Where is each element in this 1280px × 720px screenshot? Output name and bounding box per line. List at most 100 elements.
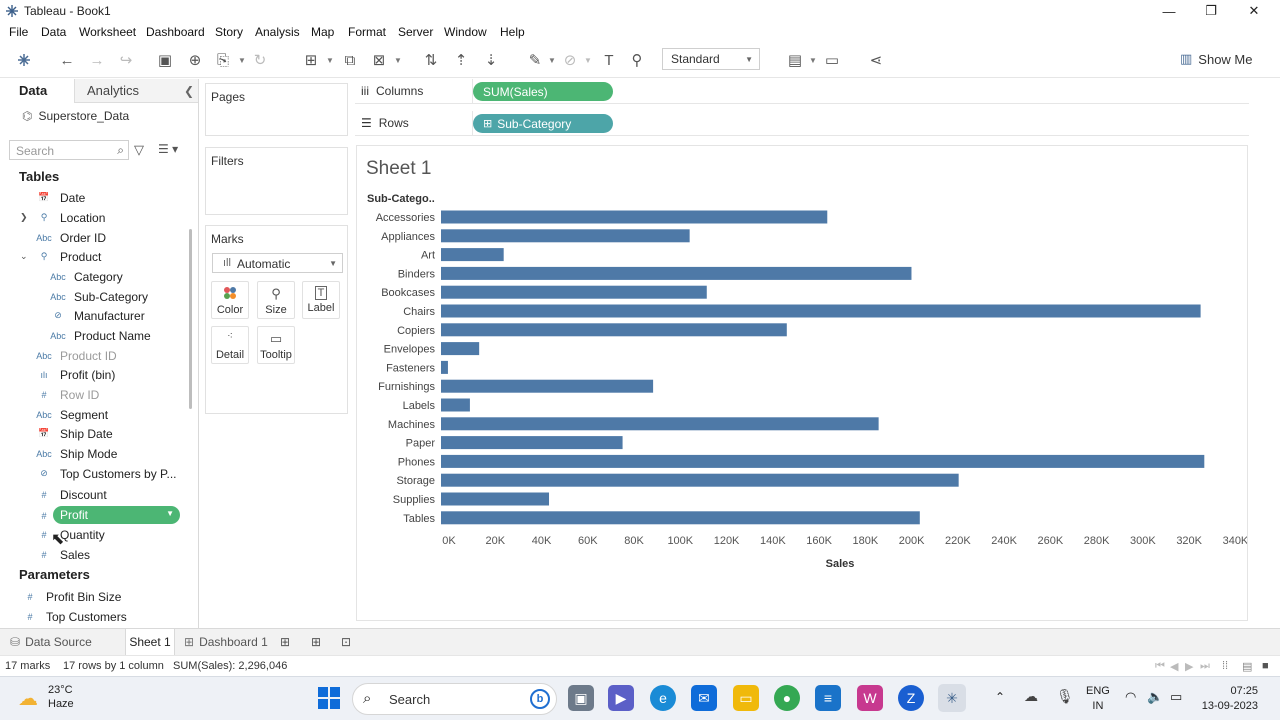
fix-axes-icon[interactable]: ⚲ [626,50,648,70]
sort-descending-icon[interactable]: ⇣ [480,50,502,70]
bar-mark[interactable] [441,398,470,412]
tooltip-button[interactable]: ▭ Tooltip [257,326,295,364]
menu-analysis[interactable]: Analysis [255,25,300,39]
rows-shelf[interactable]: ☰ Rows ⊞ Sub-Category [355,111,1249,136]
replay-icon[interactable]: ↪ [115,50,137,70]
tab-data[interactable]: Data [19,83,47,98]
bar-mark[interactable] [441,323,787,337]
task-view-icon[interactable]: ▣ [568,685,594,711]
menu-window[interactable]: Window [444,25,487,39]
new-datasource-icon[interactable]: ⊕ [184,50,206,70]
bar-mark[interactable] [441,511,920,525]
notepad-icon[interactable]: ≡ [815,685,841,711]
new-dashboard-tab-icon[interactable]: ⊞ [311,635,321,649]
restore-button[interactable]: ❐ [1190,0,1232,22]
field-product[interactable]: ⌄ ⚲ Product [20,247,101,266]
mark-type-select[interactable]: ıll Automatic ▼ [212,253,343,273]
bar-mark[interactable] [441,436,623,450]
param-top-customers[interactable]: # Top Customers [20,607,126,626]
bar-mark[interactable] [441,210,828,224]
zoom-icon[interactable]: Z [898,685,924,711]
data-pane-scrollbar[interactable] [189,229,192,409]
filter-icon[interactable]: ▽ [134,142,144,158]
chevron-down-icon[interactable]: ▼ [809,56,817,65]
chevron-down-icon[interactable]: ▼ [238,56,246,65]
field-sub-category[interactable]: Abc Sub-Category [48,287,148,306]
sheet-sorter-icon[interactable]: ■ [1262,660,1269,672]
view-options-icon[interactable]: ☰ ▾ [158,142,178,156]
bar-mark[interactable] [441,304,1201,318]
search-input[interactable]: Search ⌕ [9,140,129,160]
detail-button[interactable]: ⁖ Detail [211,326,249,364]
field-profit[interactable]: Profit ▼ [53,506,180,524]
highlight-icon[interactable]: ✎ [524,50,546,70]
bar-chart[interactable]: Sub-Catego.. Accessories Appliances Art Bind… [357,146,1247,620]
redo-icon[interactable]: → [86,50,108,70]
field-profit-bin[interactable]: ılı Profit (bin) [34,365,115,384]
field-ship-mode[interactable]: Abc Ship Mode [34,444,117,463]
bar-mark[interactable] [441,342,480,356]
tableau-home-icon[interactable] [13,50,35,70]
teams-icon[interactable]: ▶ [608,685,634,711]
bar-mark[interactable] [441,248,504,262]
field-segment[interactable]: Abc Segment [34,405,108,424]
chevron-down-icon[interactable]: ▼ [394,56,402,65]
save-icon[interactable]: ▣ [154,50,176,70]
language-indicator[interactable]: ENG IN [1086,684,1110,714]
weather-icon[interactable]: ☁ [18,686,38,711]
field-date[interactable]: 📅 Date [34,188,85,207]
new-worksheet-tab-icon[interactable]: ⊞ [280,635,290,649]
group-icon[interactable]: ⊘ [559,50,581,70]
param-profit-bin-size[interactable]: # Profit Bin Size [20,587,121,606]
label-button[interactable]: T Label [302,281,340,319]
chevron-down-icon[interactable]: ▼ [326,56,334,65]
chevron-down-icon[interactable]: ▼ [166,509,174,518]
show-me-button[interactable]: ▥ Show Me [1180,51,1253,67]
expand-icon[interactable]: ❯ [20,212,28,223]
onedrive-icon[interactable]: ☁ [1024,688,1038,705]
field-quantity[interactable]: # Quantity [34,525,104,544]
undo-icon[interactable]: ← [56,50,78,70]
field-ship-date[interactable]: 📅 Ship Date [34,424,112,443]
bar-mark[interactable] [441,473,959,487]
filters-card[interactable]: Filters [205,147,348,215]
close-button[interactable]: ✕ [1233,0,1275,22]
pages-card[interactable]: Pages [205,83,348,136]
taskbar-search-input[interactable]: ⌕ Search b [352,683,557,715]
color-button[interactable]: Color [211,281,249,319]
battery-icon[interactable]: ▭ [1170,689,1182,705]
field-manufacturer[interactable]: ⊘ Manufacturer [48,306,144,325]
chevron-down-icon[interactable]: ▼ [548,56,556,65]
wifi-icon[interactable]: ◠ [1125,689,1136,705]
chevron-down-icon[interactable]: ▼ [584,56,592,65]
wps-office-icon[interactable]: W [857,685,883,711]
sort-ascending-icon[interactable]: ⇡ [450,50,472,70]
fit-select[interactable]: Standard ▼ [662,48,760,70]
new-worksheet-icon[interactable]: ⊞ [300,50,322,70]
menu-server[interactable]: Server [398,25,433,39]
weather-widget[interactable]: 23°C Haze [48,683,74,711]
volume-icon[interactable]: 🔈 [1147,689,1163,705]
field-order-id[interactable]: Abc Order ID [34,228,106,247]
bar-mark[interactable] [441,360,448,374]
first-sheet-icon[interactable]: ⏮ [1155,660,1165,673]
refresh-icon[interactable]: ↻ [249,50,271,70]
show-cards-icon[interactable]: ▤ [784,50,806,70]
expand-hierarchy-icon[interactable]: ⊞ [483,117,492,130]
clear-sheet-icon[interactable]: ⊠ [368,50,390,70]
edge-icon[interactable]: e [650,685,676,711]
tab-sheet-1[interactable]: Sheet 1 [125,629,175,655]
collapse-icon[interactable]: ⌄ [20,251,28,262]
field-location[interactable]: ❯ ⚲ Location [20,208,105,227]
microphone-icon[interactable]: 🎙 [1056,688,1074,705]
filmstrip-icon[interactable]: ▤ [1242,660,1252,673]
bar-mark[interactable] [441,417,879,431]
tableau-taskbar-icon[interactable]: ✳ [938,684,966,712]
duplicate-sheet-icon[interactable]: ⧉ [339,50,361,70]
menu-format[interactable]: Format [348,25,386,39]
clock[interactable]: 07:25 13-09-2023 [1198,684,1258,714]
bar-mark[interactable] [441,379,654,393]
tab-analytics[interactable]: Analytics [87,83,139,98]
menu-help[interactable]: Help [500,25,525,39]
share-icon[interactable]: ⋖ [865,50,887,70]
